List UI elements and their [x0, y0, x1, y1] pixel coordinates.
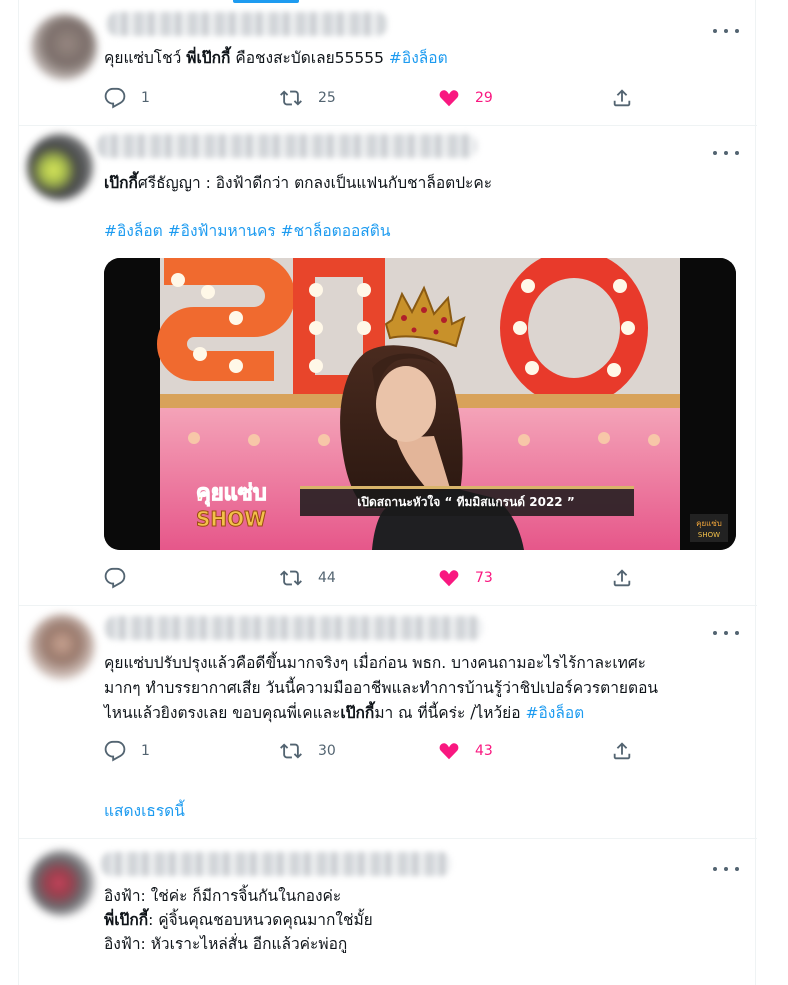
- tweet-hashtags: #อิงล็อต #อิงฟ้ามหานคร #ชาล็อตออสติน: [104, 219, 390, 243]
- retweet-button[interactable]: 30: [279, 738, 336, 764]
- mention-name: เป๊กกี้: [340, 704, 375, 722]
- hashtag-link[interactable]: #อิงล็อต: [389, 49, 448, 67]
- reply-count: 1: [141, 743, 150, 759]
- active-tab-indicator: [233, 0, 299, 3]
- tweet-text-line: อิงฟ้า: หัวเราะไหล่สั่น อีกแล้วค่ะพ่อกู: [104, 932, 347, 956]
- tweet-text-segment: คุยแซ่บปรับปรุงแล้วคือดีขึ้นมากจริงๆ เมื…: [104, 654, 647, 672]
- tweet-video[interactable]: เปิดสถานะหัวใจ “ ทีมมิสแกรนด์ 2022 ” คุย…: [104, 258, 736, 550]
- more-icon[interactable]: [713, 148, 739, 158]
- tweet-text-segment: ไหนแล้วยิงตรงเลย ขอบคุณพี่เคและ: [104, 704, 341, 722]
- like-button[interactable]: 43: [438, 738, 493, 764]
- tweet-text-line: คุยแซ่บปรับปรุงแล้วคือดีขึ้นมากจริงๆ เมื…: [104, 651, 646, 675]
- woman-face: [376, 366, 436, 442]
- hashtag-link[interactable]: #อิงฟ้ามหานคร: [168, 222, 276, 240]
- reply-icon: [104, 87, 126, 109]
- show-logo-latin: SHOW: [196, 507, 266, 531]
- tweet-text-segment: อิงฟ้า: หัวเราะไหล่สั่น อีกแล้วค่ะพ่อกู: [104, 935, 348, 953]
- share-icon: [613, 89, 631, 107]
- tweet-text-line: อิงฟ้า: ใช่ค่ะ ก็มีการจิ้นกันในกองค่ะ: [104, 884, 341, 908]
- mention-name: เป๊กกี้: [104, 174, 138, 192]
- video-caption: เปิดสถานะหัวใจ “ ทีมมิสแกรนด์ 2022 ”: [357, 494, 574, 509]
- video-frame: เปิดสถานะหัวใจ “ ทีมมิสแกรนด์ 2022 ” คุย…: [104, 258, 736, 550]
- tweet-text-segment: คือชงสะบัดเลย55555: [230, 49, 389, 67]
- reply-icon: [104, 740, 126, 762]
- tweet-actions: 44 73: [104, 565, 644, 591]
- show-thread-link[interactable]: แสดงเธรดนี้: [104, 798, 185, 823]
- retweet-count: 25: [318, 90, 336, 106]
- tweet-text-line: ไหนแล้วยิงตรงเลย ขอบคุณพี่เคและเป๊กกี้มา…: [104, 701, 584, 725]
- hashtag-link[interactable]: #ชาล็อตออสติน: [281, 222, 391, 240]
- heart-icon: [439, 90, 459, 107]
- heart-icon: [439, 743, 459, 760]
- tweet-text-line: คุยแซ่บโชว์ พี่เป๊กกี้ คือชงสะบัดเลย5555…: [104, 46, 448, 70]
- reply-button[interactable]: 1: [104, 85, 150, 111]
- reply-button[interactable]: 1: [104, 738, 150, 764]
- avatar[interactable]: [27, 134, 93, 200]
- share-button[interactable]: [611, 85, 633, 111]
- tweet-text-line: พี่เป๊กกี้: คู่จิ้นคุณชอบหนวดคุณมากใช่มั…: [104, 908, 373, 932]
- video-black-bar-right: [680, 258, 736, 550]
- channel-watermark-sub: SHOW: [698, 531, 720, 539]
- tweet-text-line: มากๆ ทำบรรยากาศเสีย วันนี้ความมืออาชีพแล…: [104, 676, 658, 700]
- avatar[interactable]: [29, 614, 95, 680]
- tweet-text-segment: มากๆ ทำบรรยากาศเสีย วันนี้ความมืออาชีพแล…: [104, 679, 658, 697]
- share-button[interactable]: [611, 738, 633, 764]
- avatar[interactable]: [31, 14, 97, 80]
- mention-name: พี่เป๊กกี้: [104, 911, 149, 929]
- retweet-button[interactable]: 44: [279, 565, 336, 591]
- heart-icon: [439, 570, 459, 587]
- more-icon[interactable]: [713, 864, 739, 874]
- retweet-icon: [280, 743, 302, 759]
- blurred-username[interactable]: [105, 616, 483, 640]
- mention-name: พี่เป๊กกี้: [186, 49, 231, 67]
- like-count: 29: [475, 90, 493, 106]
- reply-count: 1: [141, 90, 150, 106]
- tweet-text-segment: อิงฟ้า: ใช่ค่ะ ก็มีการจิ้นกันในกองค่ะ: [104, 887, 342, 905]
- like-button[interactable]: 29: [438, 85, 493, 111]
- channel-watermark: คุยแซ่บ: [696, 519, 722, 528]
- tweet-actions: 1 25 29: [104, 85, 644, 111]
- more-icon[interactable]: [713, 26, 739, 36]
- tweet-actions: 1 30 43: [104, 738, 644, 764]
- retweet-count: 44: [318, 570, 336, 586]
- retweet-icon: [280, 570, 302, 586]
- hashtag-link[interactable]: #อิงล็อต: [525, 704, 584, 722]
- hashtag-link[interactable]: #อิงล็อต: [104, 222, 163, 240]
- blurred-username[interactable]: [97, 134, 477, 158]
- share-icon: [613, 742, 631, 760]
- show-logo-thai: คุยแซ่บ: [196, 481, 267, 507]
- tweet-divider: [19, 605, 757, 606]
- share-button[interactable]: [611, 565, 633, 591]
- tweet-divider: [19, 125, 757, 126]
- retweet-button[interactable]: 25: [279, 85, 336, 111]
- blurred-username[interactable]: [107, 12, 387, 36]
- tweet-text-line: เป๊กกี้ศรีธัญญา : อิงฟ้าดีกว่า ตกลงเป็นแ…: [104, 171, 492, 195]
- like-count: 43: [475, 743, 493, 759]
- reply-icon: [104, 567, 126, 589]
- video-black-bar-left: [104, 258, 160, 550]
- reply-button[interactable]: [104, 565, 141, 591]
- like-count: 73: [475, 570, 493, 586]
- more-icon[interactable]: [713, 628, 739, 638]
- tweet-divider: [19, 838, 757, 839]
- tweet-text-segment: มา ณ ที่นี้คร่ะ /ไหว้ย่อ: [374, 704, 526, 722]
- tweet-text-segment: : คู่จิ้นคุณชอบหนวดคุณมากใช่มั้ย: [148, 911, 373, 929]
- timeline: คุยแซ่บโชว์ พี่เป๊กกี้ คือชงสะบัดเลย5555…: [18, 0, 757, 985]
- blurred-username[interactable]: [101, 852, 451, 876]
- avatar[interactable]: [29, 850, 95, 916]
- retweet-icon: [280, 90, 302, 106]
- tweet-text-segment: ศรีธัญญา : อิงฟ้าดีกว่า ตกลงเป็นแฟนกับชา…: [137, 174, 493, 192]
- retweet-count: 30: [318, 743, 336, 759]
- share-icon: [613, 569, 631, 587]
- like-button[interactable]: 73: [438, 565, 493, 591]
- tweet-text-segment: คุยแซ่บโชว์: [104, 49, 187, 67]
